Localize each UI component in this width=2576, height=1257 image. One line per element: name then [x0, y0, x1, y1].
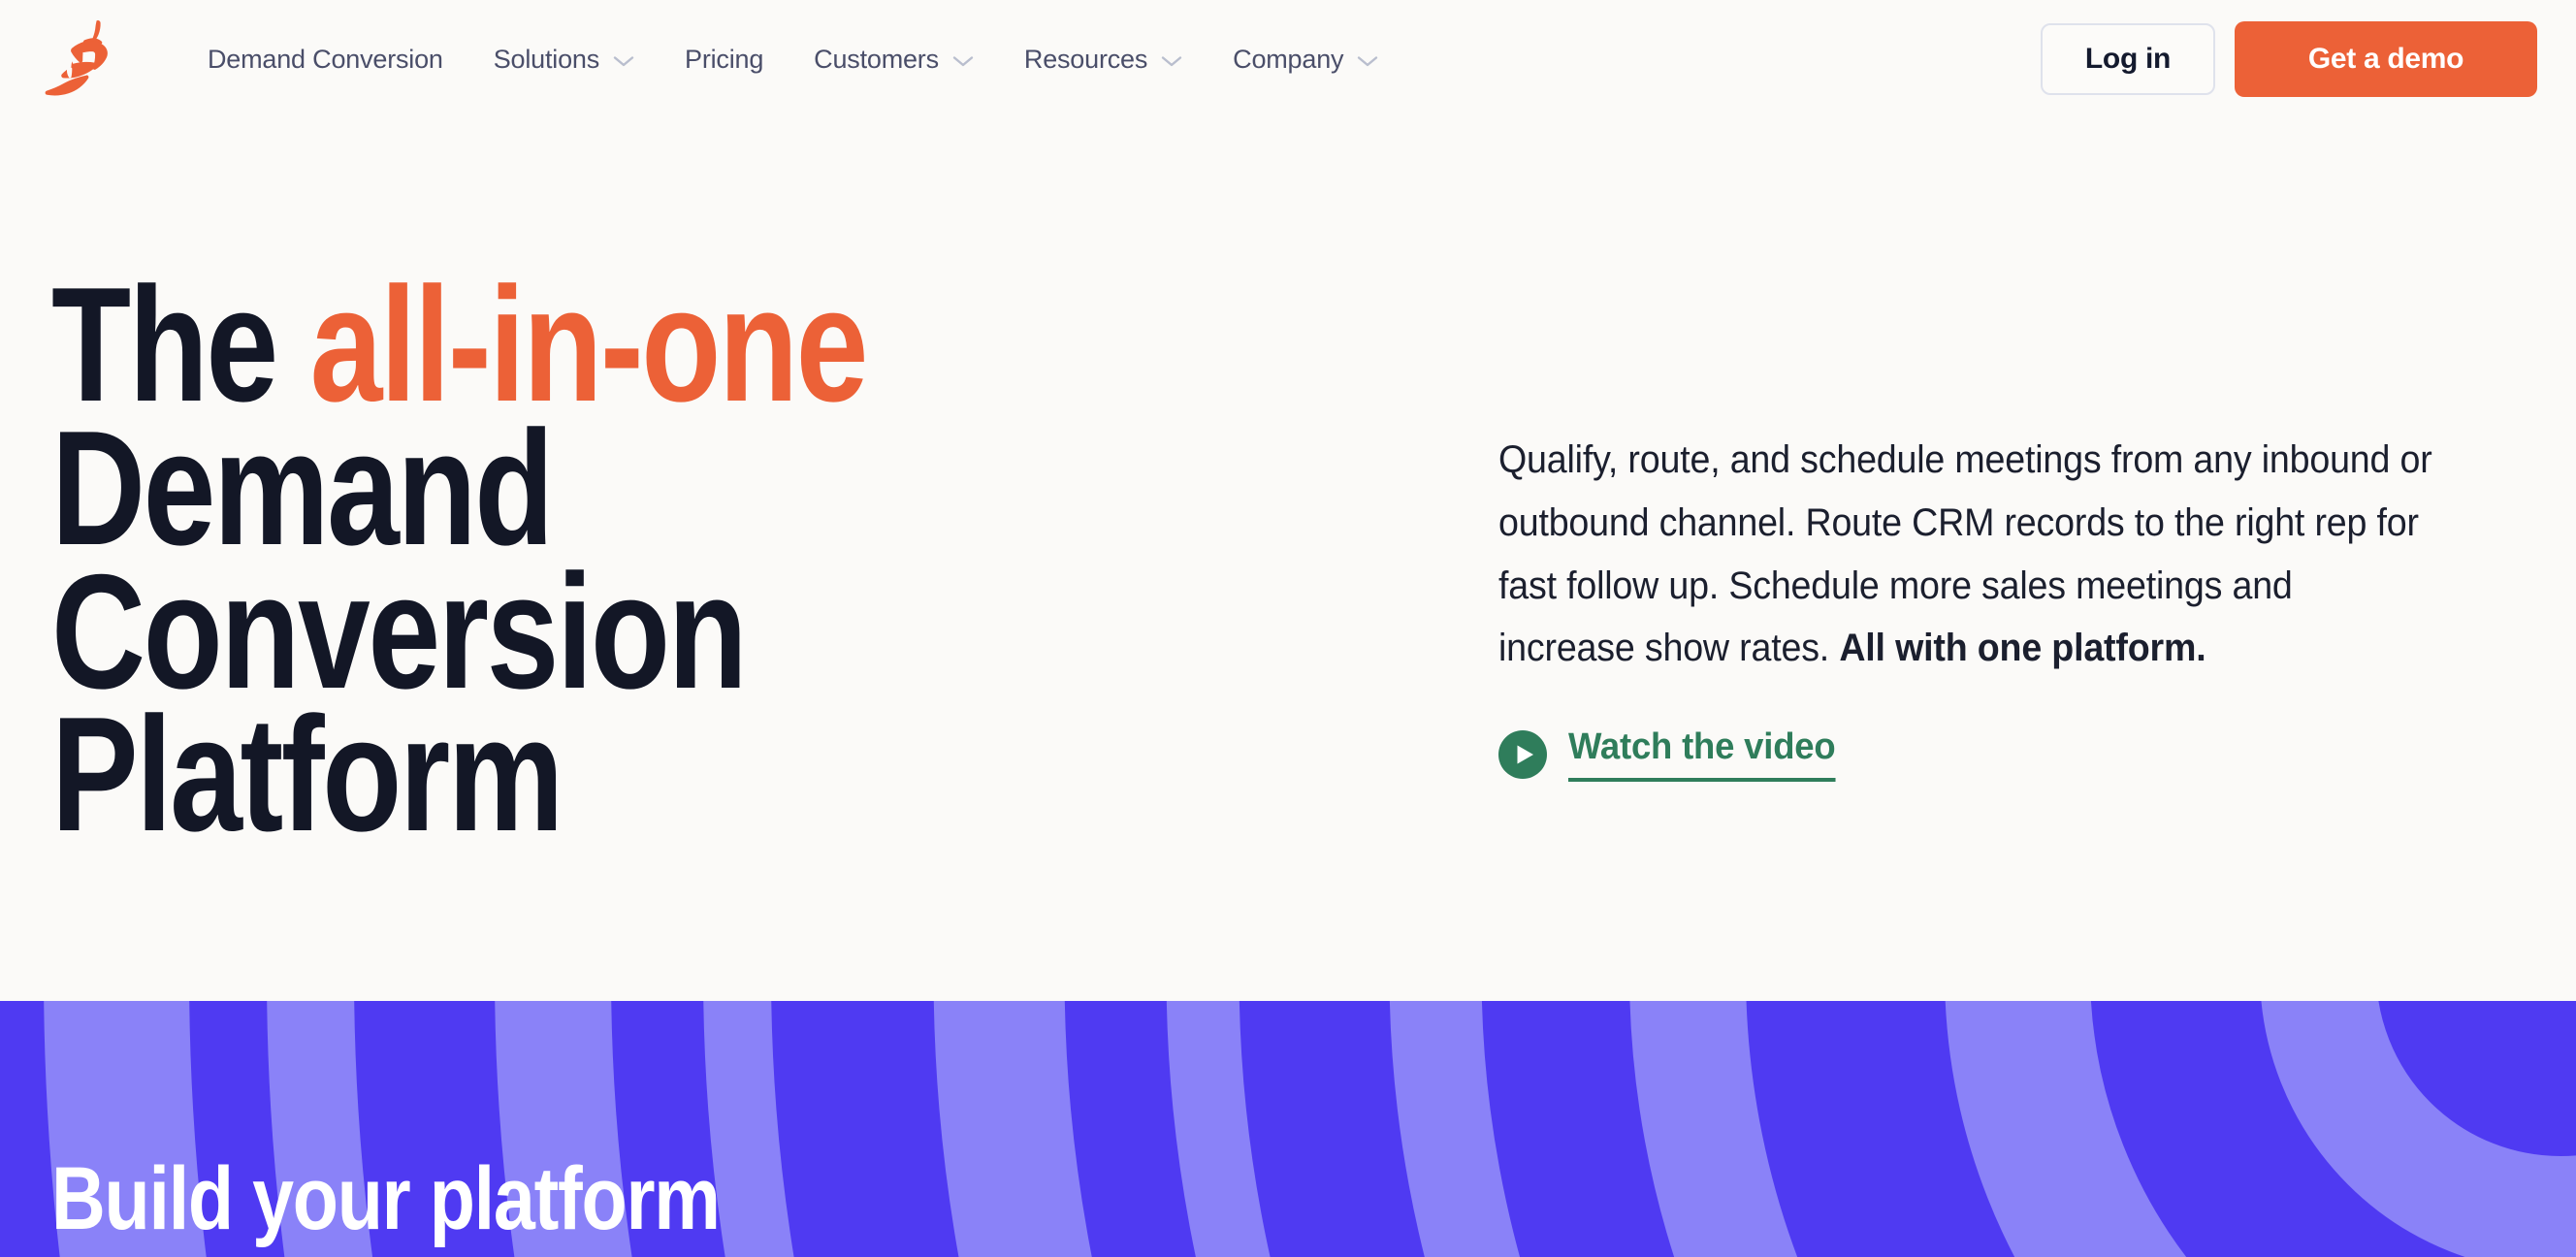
login-button[interactable]: Log in [2041, 23, 2215, 95]
header-actions: Log in Get a demo [2041, 21, 2537, 97]
nav-label: Resources [1023, 44, 1148, 74]
main-navigation: Demand Conversion Solutions Pricing Cust… [208, 37, 2041, 82]
nav-item-company[interactable]: Company [1233, 37, 1378, 82]
chevron-down-icon [1161, 55, 1182, 68]
page-title: The all-in-one Demand Conversion Platfor… [51, 263, 1138, 855]
landing-page: Demand Conversion Solutions Pricing Cust… [0, 0, 2576, 1257]
nav-item-resources[interactable]: Resources [1024, 37, 1182, 82]
nav-item-pricing[interactable]: Pricing [685, 37, 763, 82]
nav-label: Customers [814, 44, 939, 74]
chili-pepper-logo[interactable] [43, 15, 116, 104]
nav-item-demand-conversion[interactable]: Demand Conversion [208, 37, 443, 82]
band-title: Build your platform [51, 1149, 721, 1248]
get-a-demo-button[interactable]: Get a demo [2235, 21, 2537, 97]
hero-description: Qualify, route, and schedule meetings fr… [1498, 429, 2437, 680]
nav-label: Solutions [493, 44, 600, 74]
chevron-down-icon [952, 55, 974, 68]
hero-section: The all-in-one Demand Conversion Platfor… [0, 118, 2576, 1001]
site-header: Demand Conversion Solutions Pricing Cust… [0, 0, 2576, 118]
chevron-down-icon [613, 55, 634, 68]
nav-item-customers[interactable]: Customers [814, 37, 974, 82]
hero-copy-column: Qualify, route, and schedule meetings fr… [1498, 429, 2497, 784]
watch-the-video-label: Watch the video [1568, 726, 1836, 783]
hero-description-emphasis: All with one platform. [1839, 627, 2206, 670]
chevron-down-icon [1357, 55, 1378, 68]
play-circle-icon [1498, 729, 1547, 779]
nav-item-solutions[interactable]: Solutions [494, 37, 634, 82]
nav-label: Pricing [685, 44, 764, 74]
watch-the-video-link[interactable]: Watch the video [1498, 726, 1847, 783]
headline-line-4: Platform [51, 683, 564, 866]
nav-label: Company [1233, 44, 1344, 74]
build-your-platform-band: Build your platform [0, 1001, 2576, 1257]
nav-label: Demand Conversion [208, 44, 443, 74]
